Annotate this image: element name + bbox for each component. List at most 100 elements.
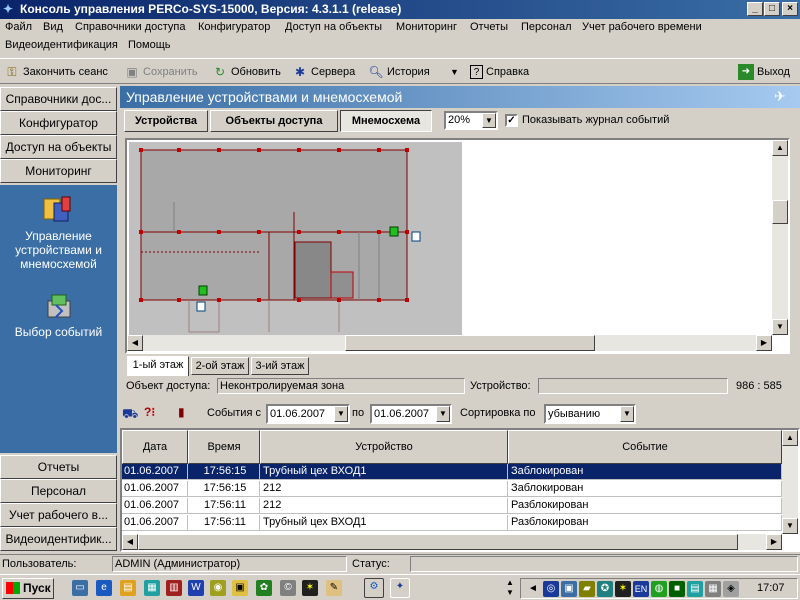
tray-app7-icon[interactable]: ▦ bbox=[705, 581, 721, 597]
tray-app4-icon[interactable]: ◍ bbox=[651, 581, 667, 597]
servers-button[interactable]: ✱ Сервера bbox=[292, 63, 355, 81]
nav-configurator[interactable]: Конфигуратор bbox=[0, 111, 117, 135]
tab-floor-1[interactable]: 1-ый этаж bbox=[127, 356, 189, 376]
mnemoscheme-view[interactable]: ▲ ▼ ◀ ▶ bbox=[125, 138, 790, 354]
nav-time-tracking[interactable]: Учет рабочего в... bbox=[0, 503, 117, 527]
nav-video-identification[interactable]: Видеоидентифик... bbox=[0, 527, 117, 551]
table-scroll-left-icon[interactable]: ◀ bbox=[122, 534, 138, 550]
menu-file[interactable]: Файл bbox=[5, 21, 32, 33]
column-time[interactable]: Время bbox=[188, 430, 260, 464]
quicklaunch-app3-icon[interactable]: ◉ bbox=[210, 580, 226, 596]
table-vertical-scrollbar[interactable]: ▲ ▼ bbox=[782, 430, 798, 534]
quicklaunch-app4-icon[interactable]: ▣ bbox=[232, 580, 248, 596]
quicklaunch-desktop-icon[interactable]: ▭ bbox=[72, 580, 88, 596]
sort-dropdown-icon[interactable]: ▼ bbox=[620, 406, 634, 422]
refresh-button[interactable]: ↻ Обновить bbox=[212, 63, 281, 81]
table-scroll-up-icon[interactable]: ▲ bbox=[782, 430, 798, 446]
tray-app5-icon[interactable]: ■ bbox=[669, 581, 685, 597]
nav-monitoring[interactable]: Мониторинг bbox=[0, 159, 117, 183]
tab-mnemoscheme[interactable]: Мнемосхема bbox=[340, 110, 432, 132]
menu-personnel[interactable]: Персонал bbox=[521, 21, 572, 33]
menu-access-directories[interactable]: Справочники доступа bbox=[75, 21, 185, 33]
table-scroll-right-icon[interactable]: ▶ bbox=[766, 534, 782, 550]
close-button[interactable]: × bbox=[782, 2, 798, 16]
menu-monitoring[interactable]: Мониторинг bbox=[396, 21, 457, 33]
history-button[interactable]: 🔍︎ История bbox=[368, 63, 429, 81]
quicklaunch-app6-icon[interactable]: © bbox=[280, 580, 296, 596]
minimize-button[interactable]: _ bbox=[747, 2, 763, 16]
menu-time-tracking[interactable]: Учет рабочего времени bbox=[582, 21, 702, 33]
tray-language-icon[interactable]: EN bbox=[633, 581, 649, 597]
tray-app8-icon[interactable]: ◈ bbox=[723, 581, 739, 597]
help-button[interactable]: ? Справка bbox=[470, 63, 529, 81]
exit-button[interactable]: ➜ Выход bbox=[738, 63, 790, 81]
panel-pin-icon[interactable]: ✈ bbox=[774, 88, 794, 106]
quicklaunch-app2-icon[interactable]: ▥ bbox=[166, 580, 182, 596]
zoom-dropdown-icon[interactable]: ▼ bbox=[482, 113, 496, 128]
map-horizontal-scrollbar[interactable]: ◀ ▶ bbox=[127, 335, 772, 351]
show-log-checkbox[interactable]: ✓ bbox=[505, 114, 518, 127]
menu-help[interactable]: Помощь bbox=[128, 39, 171, 51]
events-refresh-icon[interactable]: ⛟ bbox=[122, 406, 138, 422]
nav-reports[interactable]: Отчеты bbox=[0, 455, 117, 479]
scroll-right-icon[interactable]: ▶ bbox=[756, 335, 772, 351]
column-date[interactable]: Дата bbox=[122, 430, 188, 464]
tray-app3-icon[interactable]: ✶ bbox=[615, 581, 631, 597]
quicklaunch-app8-icon[interactable]: ✎ bbox=[326, 580, 342, 596]
zoom-select[interactable]: 20% ▼ bbox=[444, 111, 498, 130]
quicklaunch-folder-icon[interactable]: ▤ bbox=[120, 580, 136, 596]
table-row[interactable]: 01.06.2007 17:56:15 Трубный цех ВХОД1 За… bbox=[122, 464, 782, 480]
tab-devices[interactable]: Устройства bbox=[124, 110, 208, 132]
event-selection-icon[interactable] bbox=[44, 291, 76, 323]
tray-app6-icon[interactable]: ▤ bbox=[687, 581, 703, 597]
floor-plan[interactable] bbox=[129, 142, 462, 337]
column-event[interactable]: Событие bbox=[508, 430, 782, 464]
device-management-item[interactable]: Управление устройствами и мнемосхемой bbox=[0, 229, 117, 271]
menu-configurator[interactable]: Конфигуратор bbox=[198, 21, 270, 33]
save-button[interactable]: ▣ Сохранить bbox=[124, 63, 197, 81]
from-date-dropdown-icon[interactable]: ▼ bbox=[334, 406, 348, 422]
menu-object-access[interactable]: Доступ на объекты bbox=[285, 21, 382, 33]
quicklaunch-app7-icon[interactable]: ✶ bbox=[302, 580, 318, 596]
events-question-icon[interactable]: ?⁝ bbox=[144, 405, 162, 421]
start-button[interactable]: Пуск bbox=[2, 578, 54, 599]
end-session-button[interactable]: ⚿ Закончить сеанс bbox=[4, 63, 107, 81]
taskbar-scroll-icon[interactable]: ▲ ▼ bbox=[504, 578, 516, 598]
quicklaunch-ie-icon[interactable]: e bbox=[96, 580, 112, 596]
events-to-date[interactable]: 01.06.2007 ▼ bbox=[370, 404, 452, 424]
table-row[interactable]: 01.06.2007 17:56:11 212 Разблокирован bbox=[122, 498, 782, 514]
scroll-left-icon[interactable]: ◀ bbox=[127, 335, 143, 351]
events-door-icon[interactable]: ▮ bbox=[178, 405, 194, 421]
tray-app2-icon[interactable]: ✪ bbox=[597, 581, 613, 597]
event-selection-item[interactable]: Выбор событий bbox=[0, 325, 117, 339]
scroll-up-icon[interactable]: ▲ bbox=[772, 140, 788, 156]
map-hscroll-thumb[interactable] bbox=[345, 335, 595, 351]
table-row[interactable]: 01.06.2007 17:56:15 212 Заблокирован bbox=[122, 481, 782, 497]
events-from-date[interactable]: 01.06.2007 ▼ bbox=[266, 404, 350, 424]
tray-display-icon[interactable]: ▣ bbox=[561, 581, 577, 597]
scroll-down-icon[interactable]: ▼ bbox=[772, 319, 788, 335]
to-date-dropdown-icon[interactable]: ▼ bbox=[436, 406, 450, 422]
taskbar-perco-app-icon[interactable]: ✦ bbox=[390, 578, 410, 598]
table-row[interactable]: 01.06.2007 17:56:11 Трубный цех ВХОД1 Ра… bbox=[122, 515, 782, 531]
tray-volume-icon[interactable]: ◄ bbox=[525, 581, 541, 597]
device-management-icon[interactable] bbox=[42, 193, 74, 225]
menu-view[interactable]: Вид bbox=[43, 21, 63, 33]
menu-video-identification[interactable]: Видеоидентификация bbox=[5, 39, 118, 51]
tab-floor-2[interactable]: 2-ой этаж bbox=[191, 357, 249, 375]
tab-floor-3[interactable]: 3-ий этаж bbox=[251, 357, 309, 375]
tab-access-objects[interactable]: Объекты доступа bbox=[210, 110, 338, 132]
table-horizontal-scrollbar[interactable]: ◀ ▶ bbox=[122, 534, 782, 550]
table-hscroll-thumb[interactable] bbox=[138, 534, 738, 550]
sort-select[interactable]: убыванию ▼ bbox=[544, 404, 636, 424]
menu-reports[interactable]: Отчеты bbox=[470, 21, 508, 33]
column-device[interactable]: Устройство bbox=[260, 430, 508, 464]
map-vscroll-thumb[interactable] bbox=[772, 200, 788, 224]
nav-object-access[interactable]: Доступ на объекты bbox=[0, 135, 117, 159]
nav-access-directories[interactable]: Справочники дос... bbox=[0, 87, 117, 111]
taskbar-perco-console-icon[interactable]: ⚙ bbox=[364, 578, 384, 598]
quicklaunch-word-icon[interactable]: W bbox=[188, 580, 204, 596]
nav-personnel[interactable]: Персонал bbox=[0, 479, 117, 503]
quicklaunch-app5-icon[interactable]: ✿ bbox=[256, 580, 272, 596]
map-vertical-scrollbar[interactable]: ▲ ▼ bbox=[772, 140, 788, 335]
